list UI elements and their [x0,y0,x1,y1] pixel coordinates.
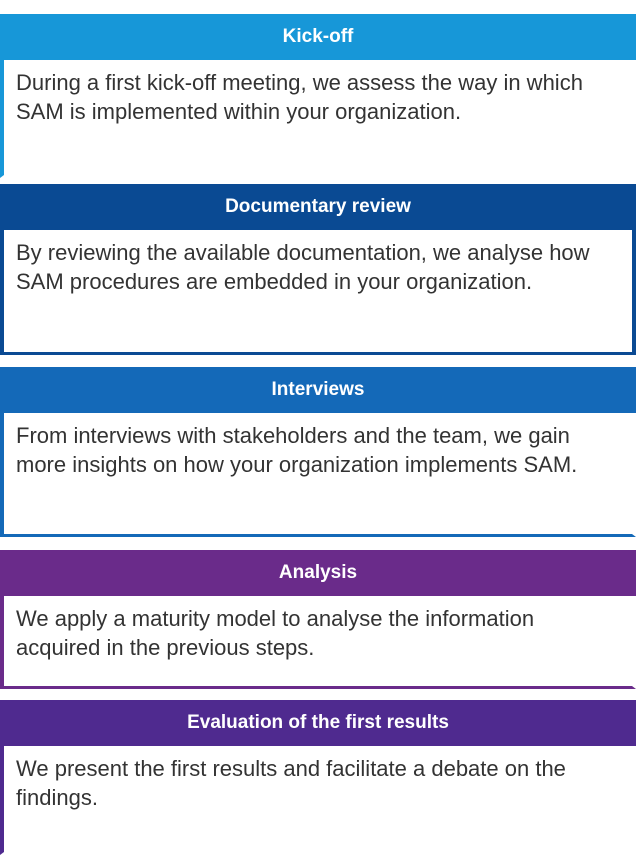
step-interviews: Interviews From interviews with stakehol… [0,367,636,537]
step-title: Interviews [0,367,636,413]
step-description: During a first kick-off meeting, we asse… [0,60,636,178]
step-title: Analysis [0,550,636,596]
step-documentary-review: Documentary review By reviewing the avai… [0,184,636,355]
step-kick-off: Kick-off During a first kick-off meeting… [0,14,636,178]
step-description: From interviews with stakeholders and th… [0,413,636,537]
step-description: We present the first results and facilit… [0,746,636,855]
step-description: We apply a maturity model to analyse the… [0,596,636,689]
step-title: Documentary review [0,184,636,230]
step-title: Kick-off [0,14,636,60]
step-description: By reviewing the available documentation… [0,230,636,355]
step-analysis: Analysis We apply a maturity model to an… [0,550,636,689]
step-title: Evaluation of the first results [0,700,636,746]
step-evaluation: Evaluation of the first results We prese… [0,700,636,855]
